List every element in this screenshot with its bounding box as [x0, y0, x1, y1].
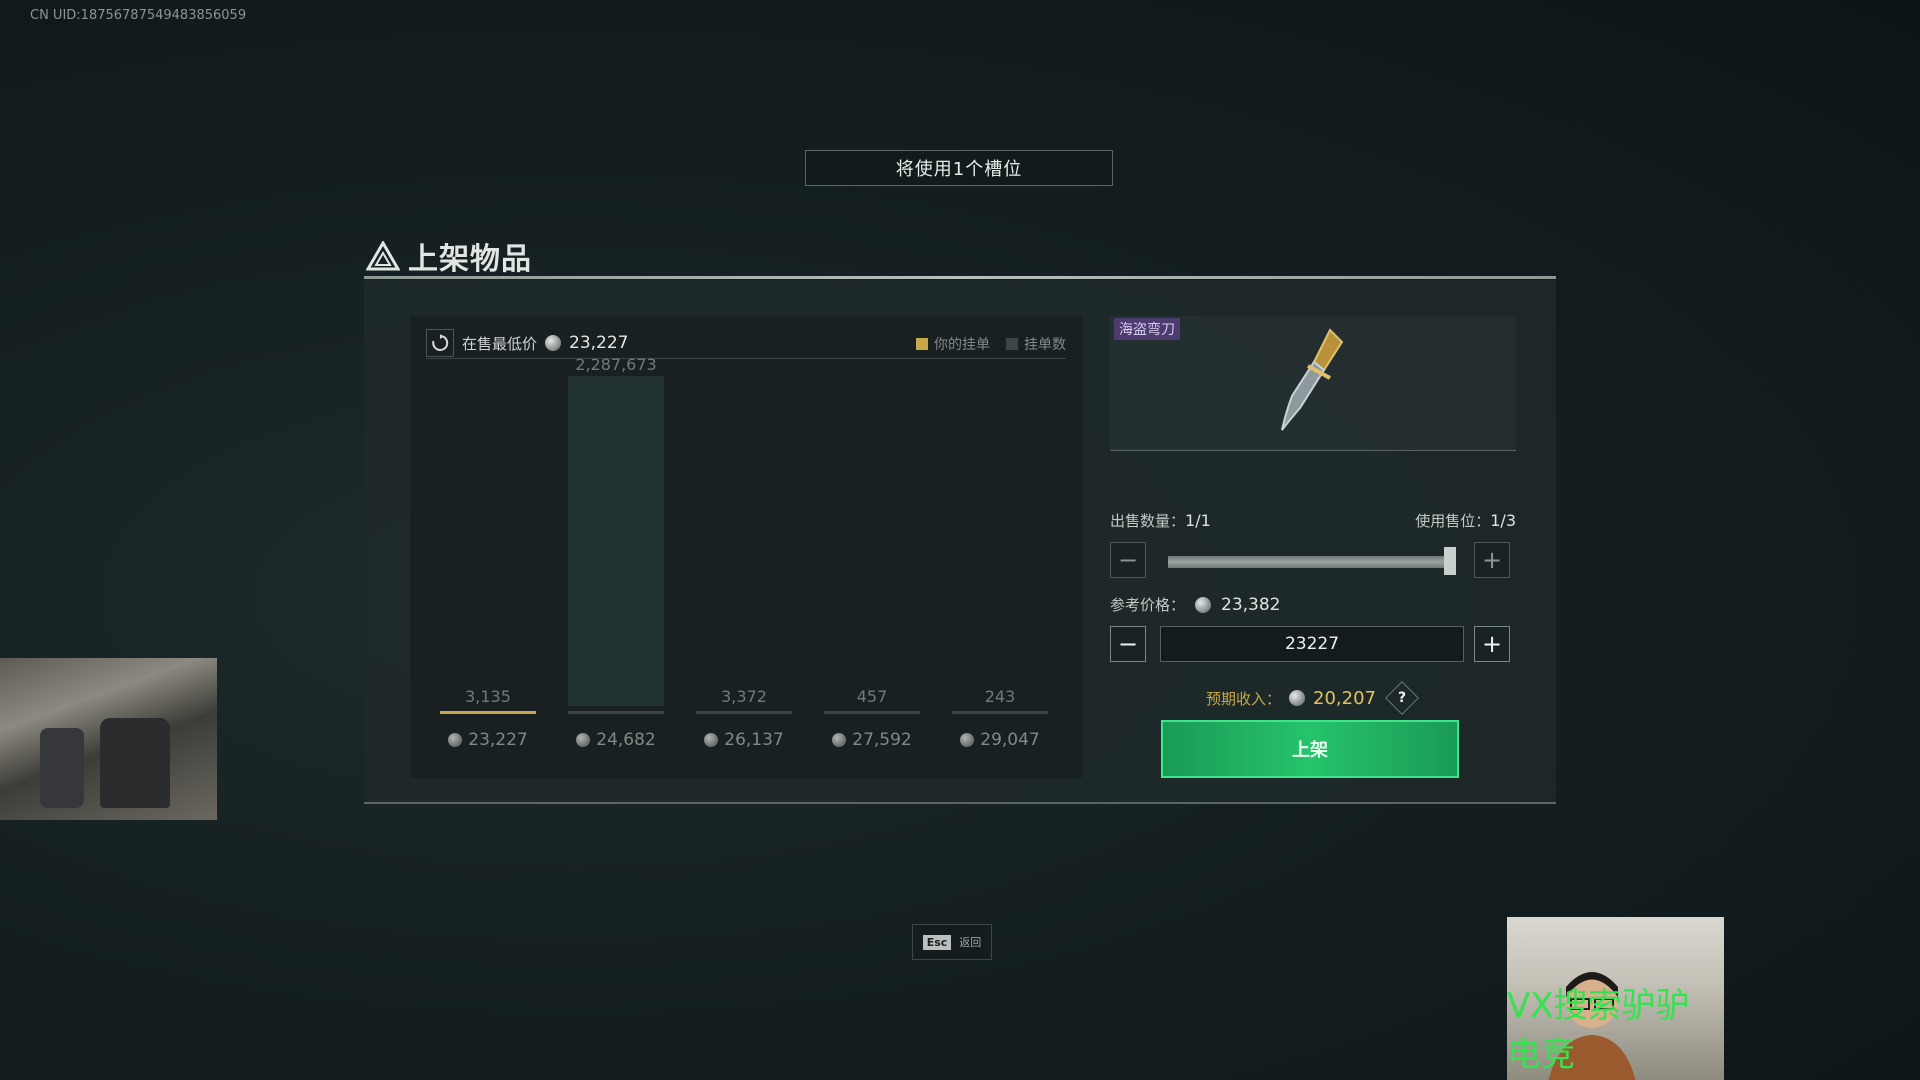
- refresh-icon: [432, 334, 449, 351]
- price-text: 27,592: [852, 730, 912, 750]
- coin-icon: [832, 733, 847, 747]
- esc-key: Esc: [922, 934, 952, 950]
- coin-icon: [1289, 690, 1306, 706]
- qty-value: 1/1: [1185, 511, 1211, 530]
- qty-label: 出售数量：: [1110, 512, 1186, 530]
- bar-price-label: 27,592: [824, 730, 920, 750]
- refresh-button[interactable]: [426, 329, 454, 357]
- chair-shape: [40, 728, 84, 808]
- dialog-header: 上架物品: [366, 234, 532, 278]
- bar-count-label: 457: [856, 687, 888, 706]
- qty-increase-button[interactable]: +: [1474, 542, 1510, 578]
- coin-icon: [545, 335, 562, 351]
- chart-header: 在售最低价 23,227 你的挂单 挂单数: [426, 328, 1066, 359]
- list-button[interactable]: 上架: [1161, 720, 1459, 778]
- lowest-price-label: 在售最低价: [462, 334, 538, 353]
- price-text: 23,227: [468, 730, 528, 750]
- ref-price-label: 参考价格：: [1110, 596, 1186, 614]
- bar-count-label: 243: [984, 687, 1016, 706]
- back-label: 返回: [959, 936, 982, 949]
- legend-count-label: 挂单数: [1024, 337, 1066, 353]
- esc-back-button[interactable]: Esc 返回: [912, 924, 992, 960]
- plus-icon: +: [1481, 546, 1503, 574]
- player-uid: CN UID:18756787549483856059: [30, 8, 247, 23]
- webcam-room-view: [0, 658, 217, 820]
- price-text: 24,682: [596, 730, 656, 750]
- price-chart-panel: 在售最低价 23,227 你的挂单 挂单数 3,135 23,227 2,287,6…: [410, 316, 1082, 778]
- chart-legend: 你的挂单 挂单数: [916, 334, 1066, 354]
- legend-yours-label: 你的挂单: [934, 337, 990, 353]
- bar-baseline: [568, 711, 664, 714]
- price-increase-button[interactable]: +: [1474, 626, 1510, 662]
- price-text: 29,047: [980, 730, 1040, 750]
- bar-count-label: 3,135: [465, 687, 511, 706]
- quantity-row: 出售数量：1/1 使用售位：1/3: [1110, 510, 1516, 531]
- slot-value: 1/3: [1490, 511, 1516, 530]
- help-button[interactable]: ?: [1385, 681, 1419, 715]
- legend-count: 挂单数: [1006, 334, 1066, 354]
- coin-icon: [960, 733, 975, 747]
- price-decrease-button[interactable]: −: [1110, 626, 1146, 662]
- quantity-slider-handle[interactable]: [1444, 547, 1456, 575]
- qty-decrease-button[interactable]: −: [1110, 542, 1146, 578]
- bar-column-0: 3,135 23,227: [440, 368, 536, 764]
- bar-price-label: 29,047: [952, 730, 1048, 750]
- income-value: 20,207: [1313, 687, 1376, 709]
- webcam-streamer-view: VX搜索驴驴电竞: [1507, 917, 1724, 1080]
- help-icon: ?: [1397, 690, 1407, 706]
- bar-count-label: 2,287,673: [575, 355, 657, 374]
- bar-column-4: 243 29,047: [952, 368, 1048, 764]
- legend-swatch-gray: [1006, 338, 1018, 350]
- minus-icon: −: [1117, 630, 1139, 658]
- quantity-slider[interactable]: [1168, 556, 1456, 568]
- slot-usage-banner: 将使用1个槽位: [805, 150, 1113, 186]
- item-name-tag: 海盗弯刀: [1114, 318, 1180, 340]
- plus-icon: +: [1481, 630, 1503, 658]
- bar-column-3: 457 27,592: [824, 368, 920, 764]
- income-label: 预期收入：: [1206, 689, 1282, 708]
- bar-baseline: [440, 711, 536, 714]
- chair-shape: [100, 718, 170, 808]
- expected-income-row: 预期收入： 20,207 ?: [1206, 681, 1419, 715]
- price-text: 26,137: [724, 730, 784, 750]
- slot-label: 使用售位：: [1415, 512, 1491, 530]
- coin-icon: [576, 733, 591, 747]
- coin-icon: [704, 733, 719, 747]
- bar-column-1: 2,287,673 24,682: [568, 355, 664, 764]
- triangle-logo-icon: [366, 241, 400, 271]
- dialog-title: 上架物品: [408, 242, 532, 277]
- bar-column-2: 3,372 26,137: [696, 368, 792, 764]
- coin-icon: [1195, 596, 1212, 613]
- bar-baseline: [952, 711, 1048, 714]
- coin-icon: [448, 733, 463, 747]
- item-preview: 海盗弯刀: [1110, 316, 1516, 451]
- dagger-icon: [1281, 328, 1344, 431]
- reference-price-row: 参考价格： 23,382: [1110, 594, 1281, 615]
- minus-icon: −: [1117, 546, 1139, 574]
- stream-watermark: VX搜索驴驴电竞: [1507, 986, 1690, 1075]
- bar-price-label: 24,682: [568, 730, 664, 750]
- title-divider: [364, 276, 1556, 279]
- slot-usage: 使用售位：1/3: [1415, 510, 1516, 531]
- bar-count-label: 3,372: [721, 687, 767, 706]
- legend-swatch-gold: [916, 338, 928, 350]
- ref-price-value: 23,382: [1221, 594, 1281, 615]
- bar: [568, 376, 664, 706]
- legend-yours: 你的挂单: [916, 334, 990, 354]
- bar-baseline: [696, 711, 792, 714]
- lowest-price-value: 23,227: [569, 333, 629, 353]
- bar-price-label: 23,227: [440, 730, 536, 750]
- price-input[interactable]: 23227: [1160, 626, 1464, 662]
- bar-baseline: [824, 711, 920, 714]
- bar-price-label: 26,137: [696, 730, 792, 750]
